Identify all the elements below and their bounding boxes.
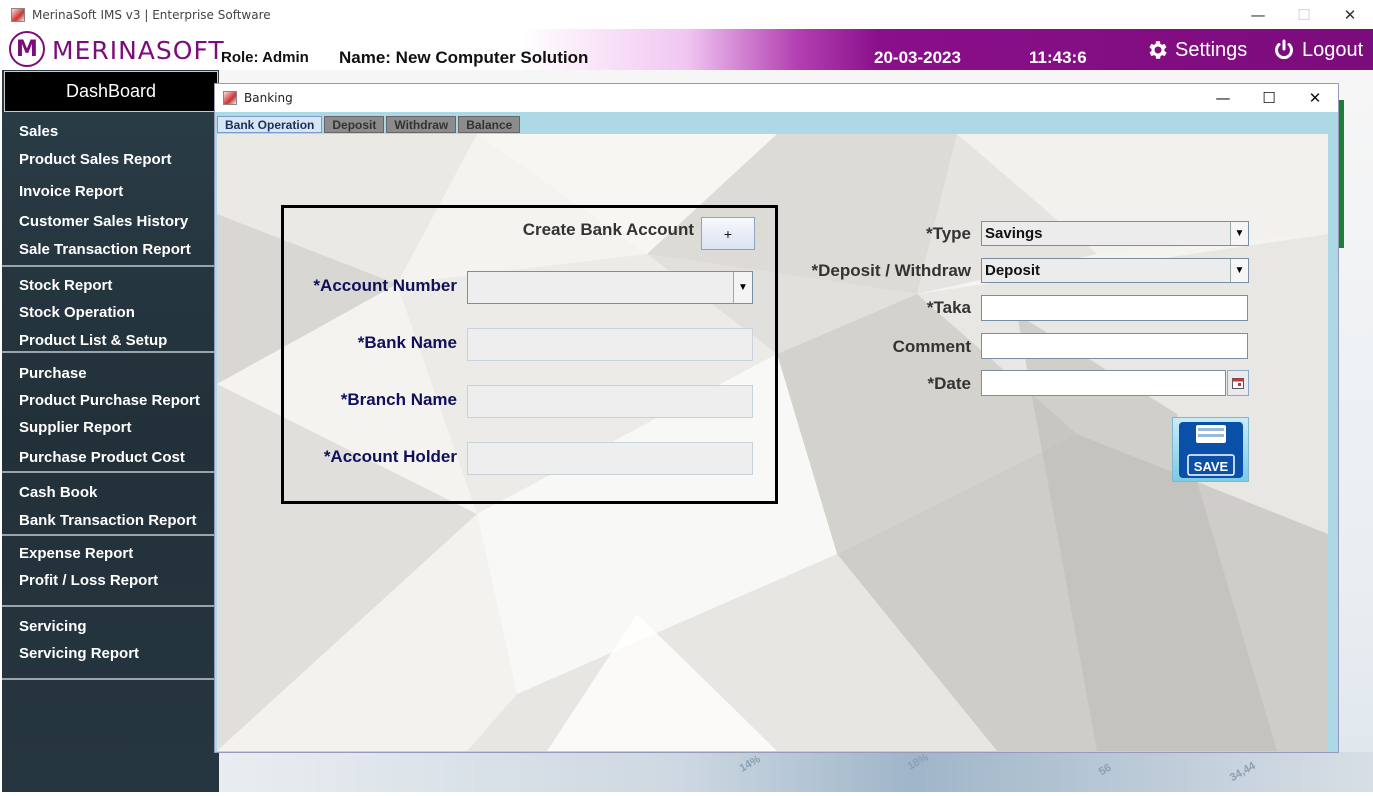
background-label: 34,44 [1227, 759, 1258, 785]
banking-window-icon [223, 91, 237, 105]
bank-account-box: Create Bank Account + *Account Number ▼ … [281, 205, 778, 504]
power-icon [1275, 39, 1293, 60]
account-number-label: *Account Number [313, 276, 457, 295]
date-label: *Date [927, 374, 971, 393]
sidebar-divider [2, 605, 214, 607]
floppy-disk-icon: SAVE [1178, 421, 1243, 478]
save-button[interactable]: SAVE [1172, 417, 1249, 482]
deposit-withdraw-value: Deposit [985, 262, 1041, 279]
banking-title: Banking [244, 91, 293, 105]
bank-name-field[interactable] [467, 328, 753, 361]
deposit-withdraw-label: *Deposit / Withdraw [811, 261, 971, 280]
taka-input[interactable] [981, 295, 1248, 321]
create-account-button[interactable]: + [701, 217, 755, 250]
sidebar-divider [2, 351, 214, 353]
deposit-withdraw-select[interactable]: Deposit ▼ [981, 258, 1249, 283]
comment-label: Comment [892, 337, 971, 356]
sidebar-item-servicing[interactable]: Servicing [19, 618, 87, 635]
logo-text: MERINASOFT [52, 36, 225, 65]
sidebar-item-bank-transaction-report[interactable]: Bank Transaction Report [19, 512, 197, 529]
sidebar-divider [2, 678, 214, 680]
banking-window: Banking — ☐ ✕ Bank Operation Deposit Wit… [214, 83, 1339, 753]
tab-deposit[interactable]: Deposit [324, 116, 385, 133]
settings-button[interactable]: Settings [1145, 38, 1247, 62]
calendar-icon [1232, 377, 1244, 389]
banking-window-controls: — ☐ ✕ [1200, 84, 1338, 112]
type-value: Savings [985, 225, 1043, 242]
sidebar: DashBoard Sales Product Sales Report Inv… [2, 70, 219, 792]
company-name: Name: New Computer Solution [339, 48, 589, 67]
maximize-button[interactable]: ☐ [1281, 0, 1327, 29]
banking-maximize-button[interactable]: ☐ [1246, 84, 1292, 112]
sidebar-item-product-sales-report[interactable]: Product Sales Report [19, 151, 172, 168]
window-title: MerinaSoft IMS v3 | Enterprise Software [32, 7, 271, 22]
sidebar-item-invoice-report[interactable]: Invoice Report [19, 183, 123, 200]
chevron-down-icon[interactable]: ▼ [733, 272, 752, 303]
calendar-button[interactable] [1227, 370, 1249, 396]
desktop-chart-background: 14% 18% 56 34,44 [219, 751, 1373, 792]
minimize-button[interactable]: — [1235, 0, 1281, 29]
sidebar-item-sale-transaction-report[interactable]: Sale Transaction Report [19, 241, 191, 258]
branch-name-field[interactable] [467, 385, 753, 418]
date-input[interactable] [981, 370, 1226, 396]
sidebar-item-expense-report[interactable]: Expense Report [19, 545, 133, 562]
banking-tabs: Bank Operation Deposit Withdraw Balance [217, 116, 522, 133]
sidebar-divider [2, 471, 214, 473]
banking-minimize-button[interactable]: — [1200, 84, 1246, 112]
banking-close-button[interactable]: ✕ [1292, 84, 1338, 112]
sidebar-item-product-list-setup[interactable]: Product List & Setup [19, 332, 167, 349]
tab-bank-operation[interactable]: Bank Operation [217, 116, 323, 133]
gear-icon [1149, 41, 1167, 59]
tab-withdraw[interactable]: Withdraw [386, 116, 457, 133]
branch-name-label: *Branch Name [340, 390, 457, 409]
role-label: Role: Admin [221, 49, 309, 66]
type-label: *Type [925, 224, 971, 243]
current-date: 20-03-2023 [874, 48, 961, 67]
background-label: 56 [1096, 761, 1114, 779]
logout-button[interactable]: Logout [1272, 38, 1363, 62]
sidebar-item-stock-report[interactable]: Stock Report [19, 277, 112, 294]
app-icon [11, 7, 25, 22]
sidebar-item-stock-operation[interactable]: Stock Operation [19, 304, 135, 321]
sidebar-item-servicing-report[interactable]: Servicing Report [19, 645, 139, 662]
tab-balance[interactable]: Balance [458, 116, 521, 133]
chevron-down-icon[interactable]: ▼ [1230, 259, 1248, 282]
chevron-down-icon[interactable]: ▼ [1230, 222, 1248, 245]
logo-icon: M [9, 31, 45, 67]
sidebar-item-profit-loss-report[interactable]: Profit / Loss Report [19, 572, 158, 589]
bank-name-label: *Bank Name [357, 333, 457, 352]
os-titlebar: MerinaSoft IMS v3 | Enterprise Software … [0, 0, 1373, 29]
save-label: SAVE [1193, 459, 1228, 474]
banking-titlebar: Banking — ☐ ✕ [215, 84, 1338, 112]
account-number-select[interactable]: ▼ [467, 271, 753, 304]
taka-label: *Taka [926, 298, 971, 317]
type-select[interactable]: Savings ▼ [981, 221, 1249, 246]
sidebar-item-product-purchase-report[interactable]: Product Purchase Report [19, 392, 200, 409]
logout-label: Logout [1302, 38, 1364, 61]
dashboard-button[interactable]: DashBoard [4, 71, 218, 112]
background-label: 14% [737, 753, 763, 775]
comment-input[interactable] [981, 333, 1248, 359]
create-account-label: Create Bank Account [522, 220, 694, 239]
background-label: 18% [905, 751, 931, 773]
sidebar-item-cash-book[interactable]: Cash Book [19, 484, 97, 501]
close-button[interactable]: ✕ [1327, 0, 1373, 29]
sidebar-item-sales[interactable]: Sales [19, 123, 58, 140]
sidebar-item-purchase-product-cost[interactable]: Purchase Product Cost [19, 449, 185, 466]
sidebar-divider [2, 265, 214, 267]
settings-label: Settings [1175, 38, 1248, 61]
current-time: 11:43:6 [1029, 48, 1087, 67]
app-header: M MERINASOFT Role: Admin Name: New Compu… [0, 29, 1373, 70]
sidebar-item-customer-sales-history[interactable]: Customer Sales History [19, 213, 188, 230]
window-controls: — ☐ ✕ [1235, 0, 1373, 29]
sidebar-divider [2, 534, 214, 536]
bank-operation-panel: Create Bank Account + *Account Number ▼ … [217, 134, 1328, 751]
sidebar-item-supplier-report[interactable]: Supplier Report [19, 419, 132, 436]
account-holder-field[interactable] [467, 442, 753, 475]
sidebar-item-purchase[interactable]: Purchase [19, 365, 87, 382]
account-holder-label: *Account Holder [323, 447, 457, 466]
